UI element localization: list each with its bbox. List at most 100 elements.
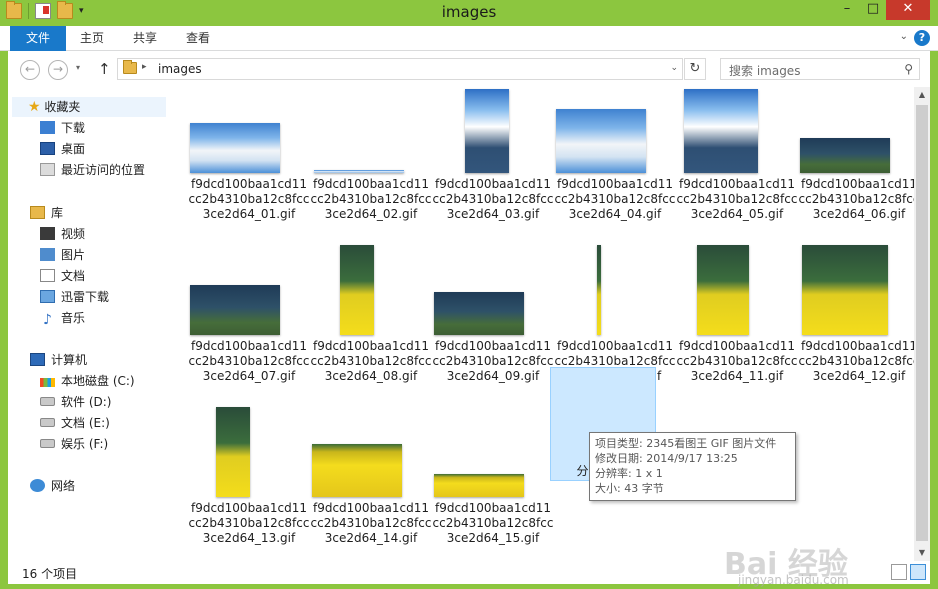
sidebar-item-label: 最近访问的位置 — [61, 163, 146, 177]
file-name: f9dcd100baa1cd11cc2b4310ba12c8fcc3ce2d64… — [188, 501, 310, 545]
tab-share[interactable]: 共享 — [120, 26, 170, 51]
sidebar-item-thunder-downloads[interactable]: 迅雷下载 — [40, 287, 109, 307]
file-name: f9dcd100baa1cd11cc2b4310ba12c8fcc3ce2d64… — [676, 339, 798, 383]
breadcrumb-arrow-icon[interactable]: ▸ — [142, 62, 147, 72]
file-name: f9dcd100baa1cd11cc2b4310ba12c8fcc3ce2d64… — [188, 177, 310, 221]
file-item[interactable]: f9dcd100baa1cd11cc2b4310ba12c8fcc3ce2d64… — [432, 87, 554, 239]
file-item[interactable]: f9dcd100baa1cd11cc2b4310ba12c8fcc3ce2d64… — [310, 245, 432, 401]
file-item[interactable]: f9dcd100baa1cd11cc2b4310ba12c8fcc3ce2d64… — [432, 249, 554, 401]
file-item[interactable]: f9dcd100baa1cd11cc2b4310ba12c8fcc3ce2d64… — [310, 87, 432, 239]
help-icon[interactable]: ? — [914, 30, 930, 46]
tab-home[interactable]: 主页 — [68, 26, 116, 51]
tooltip-resolution: 分辨率: 1 x 1 — [595, 467, 663, 480]
file-item[interactable]: f9dcd100baa1cd11cc2b4310ba12c8fcc3ce2d64… — [676, 87, 798, 239]
file-item[interactable]: f9dcd100baa1cd11cc2b4310ba12c8fcc3ce2d64… — [798, 245, 920, 401]
sidebar-item-drive-f[interactable]: 娱乐 (F:) — [40, 434, 108, 454]
music-icon: ♪ — [43, 312, 52, 328]
file-name: f9dcd100baa1cd11cc2b4310ba12c8fcc3ce2d64… — [310, 177, 432, 221]
up-button[interactable]: ↑ — [98, 60, 111, 78]
ribbon: 文件 主页 共享 查看 ⌄ ? — [0, 26, 938, 51]
search-placeholder: 搜索 images — [729, 64, 801, 78]
forward-button[interactable]: → — [48, 60, 68, 80]
sidebar-item-favorites[interactable]: ★ 收藏夹 — [12, 97, 166, 117]
navigation-bar: ← → ▾ ↑ ▸ images ⌄ ↻ 搜索 images ⚲ — [8, 51, 930, 87]
tooltip-modified: 修改日期: 2014/9/17 13:25 — [595, 452, 738, 465]
close-button[interactable]: ✕ — [886, 0, 930, 20]
sidebar-item-downloads[interactable]: 下载 — [40, 118, 85, 138]
sidebar-item-drive-c[interactable]: 本地磁盘 (C:) — [40, 371, 135, 391]
sidebar-item-computer[interactable]: 计算机 — [30, 350, 87, 370]
sidebar-item-label: 音乐 — [61, 311, 86, 325]
file-thumbnail — [556, 109, 646, 173]
sidebar-item-label: 本地磁盘 (C:) — [61, 374, 135, 388]
minimize-button[interactable]: – — [834, 0, 860, 20]
pictures-icon — [40, 248, 55, 261]
sidebar-item-label: 图片 — [61, 248, 86, 262]
sidebar-item-label: 库 — [51, 206, 64, 220]
title-bar: ▾ images – □ ✕ — [0, 0, 938, 26]
scrollbar-thumb[interactable] — [916, 105, 928, 541]
file-thumbnail — [190, 123, 280, 173]
sidebar-item-label: 文档 (E:) — [61, 416, 110, 430]
file-name: f9dcd100baa1cd11cc2b4310ba12c8fcc3ce2d64… — [554, 177, 676, 221]
file-item[interactable]: f9dcd100baa1cd11cc2b4310ba12c8fcc3ce2d64… — [188, 407, 310, 563]
details-view-icon[interactable] — [891, 564, 907, 580]
file-thumbnail — [465, 89, 509, 173]
sidebar-item-label: 收藏夹 — [44, 100, 81, 114]
window-title: images — [441, 3, 497, 21]
address-dropdown-icon[interactable]: ⌄ — [670, 63, 678, 73]
search-icon[interactable]: ⚲ — [904, 62, 913, 76]
refresh-button[interactable]: ↻ — [684, 58, 706, 80]
sidebar-item-desktop[interactable]: 桌面 — [40, 139, 85, 159]
sidebar-item-pictures[interactable]: 图片 — [40, 245, 85, 265]
explorer-window: ← → ▾ ↑ ▸ images ⌄ ↻ 搜索 images ⚲ ★ 收藏夹 下… — [8, 51, 930, 587]
expand-ribbon-icon[interactable]: ⌄ — [900, 31, 908, 42]
sidebar-item-label: 视频 — [61, 227, 86, 241]
sidebar-item-documents[interactable]: 文档 — [40, 266, 85, 286]
file-name: f9dcd100baa1cd11cc2b4310ba12c8fcc3ce2d64… — [676, 177, 798, 221]
sidebar-item-music[interactable]: ♪ 音乐 — [40, 308, 85, 328]
file-name: f9dcd100baa1cd11cc2b4310ba12c8fcc3ce2d64… — [432, 339, 554, 383]
file-item[interactable]: f9dcd100baa1cd11cc2b4310ba12c8fcc3ce2d64… — [432, 411, 554, 563]
view-switcher — [891, 564, 926, 580]
sidebar-item-label: 软件 (D:) — [61, 395, 112, 409]
large-icons-view-icon[interactable] — [910, 564, 926, 580]
sidebar-item-network[interactable]: 网络 — [30, 476, 75, 496]
file-thumbnail — [434, 292, 524, 335]
file-thumbnail — [800, 138, 890, 173]
network-icon — [30, 479, 45, 492]
back-button[interactable]: ← — [20, 60, 40, 80]
documents-icon — [40, 269, 55, 282]
sidebar-item-videos[interactable]: 视频 — [40, 224, 85, 244]
file-name: f9dcd100baa1cd11cc2b4310ba12c8fcc3ce2d64… — [310, 501, 432, 545]
sidebar-item-drive-e[interactable]: 文档 (E:) — [40, 413, 110, 433]
file-item[interactable]: f9dcd100baa1cd11cc2b4310ba12c8fcc3ce2d64… — [798, 87, 920, 239]
sidebar-item-libraries[interactable]: 库 — [30, 203, 63, 223]
file-thumbnail — [697, 245, 749, 335]
sidebar-item-label: 下载 — [61, 121, 86, 135]
tab-file[interactable]: 文件 — [10, 26, 66, 51]
address-bar[interactable]: ▸ images ⌄ — [117, 58, 683, 80]
scroll-up-icon[interactable]: ▲ — [914, 87, 930, 103]
computer-icon — [30, 353, 45, 366]
tab-view[interactable]: 查看 — [174, 26, 222, 51]
sidebar-item-drive-d[interactable]: 软件 (D:) — [40, 392, 111, 412]
folder-icon — [123, 60, 137, 74]
file-item[interactable]: f9dcd100baa1cd11cc2b4310ba12c8fcc3ce2d64… — [188, 87, 310, 239]
file-item[interactable]: f9dcd100baa1cd11cc2b4310ba12c8fcc3ce2d64… — [676, 245, 798, 401]
file-list: f9dcd100baa1cd11cc2b4310ba12c8fcc3ce2d64… — [178, 87, 919, 563]
file-item[interactable]: f9dcd100baa1cd11cc2b4310ba12c8fcc3ce2d64… — [554, 87, 676, 239]
scroll-down-icon[interactable]: ▼ — [914, 545, 930, 561]
file-thumbnail — [216, 407, 250, 497]
sidebar-item-recent[interactable]: 最近访问的位置 — [40, 160, 145, 180]
file-item[interactable]: f9dcd100baa1cd11cc2b4310ba12c8fcc3ce2d64… — [188, 249, 310, 401]
file-thumbnail — [314, 170, 404, 173]
search-input[interactable]: 搜索 images ⚲ — [720, 58, 920, 80]
vertical-scrollbar[interactable]: ▲ ▼ — [914, 87, 930, 561]
sidebar-item-label: 迅雷下载 — [61, 290, 110, 304]
file-item[interactable]: f9dcd100baa1cd11cc2b4310ba12c8fcc3ce2d64… — [310, 411, 432, 563]
maximize-button[interactable]: □ — [860, 0, 886, 20]
breadcrumb[interactable]: images — [158, 62, 202, 76]
recent-locations-icon[interactable]: ▾ — [76, 63, 80, 72]
file-name: f9dcd100baa1cd11cc2b4310ba12c8fcc3ce2d64… — [432, 501, 554, 545]
